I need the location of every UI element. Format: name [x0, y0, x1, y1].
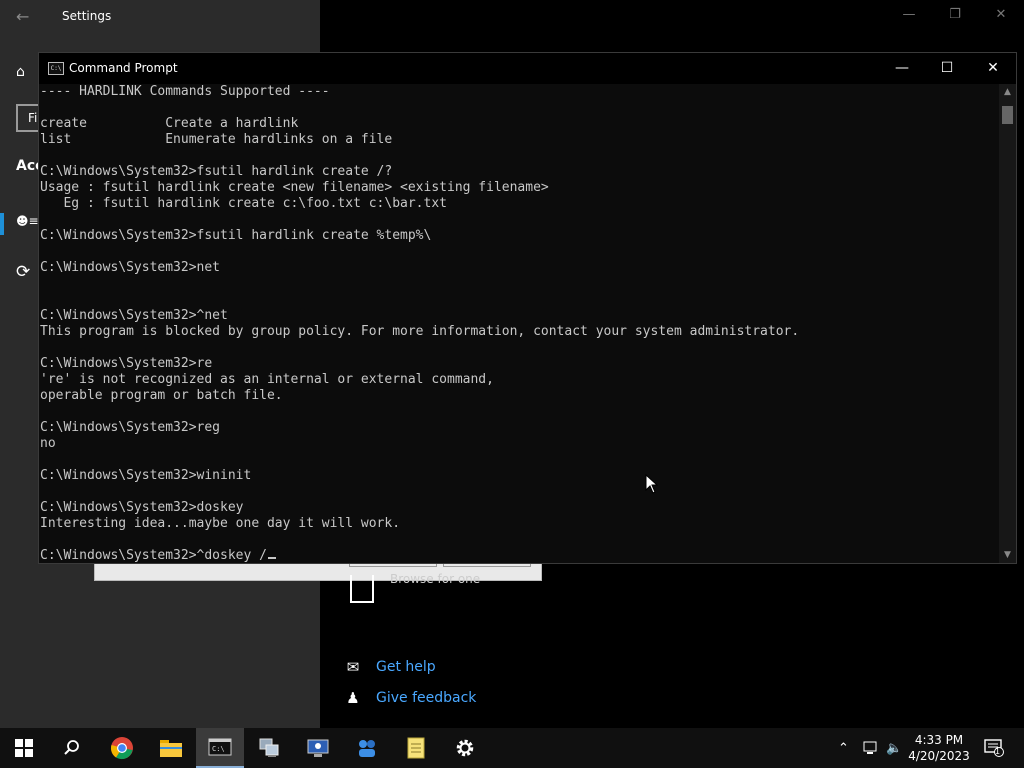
notepad-icon: [407, 737, 425, 759]
cmd-icon: C:\: [208, 738, 232, 756]
taskbar-app-remote[interactable]: [294, 728, 342, 768]
scroll-thumb[interactable]: [1002, 106, 1013, 124]
console-line: ---- HARDLINK Commands Supported ----: [40, 84, 330, 99]
console-output[interactable]: ---- HARDLINK Commands Supported ---- cre…: [39, 84, 999, 563]
get-help-label[interactable]: Get help: [376, 659, 436, 675]
windows-logo-icon: [15, 739, 33, 757]
network-icon[interactable]: [862, 728, 880, 768]
settings-restore-button[interactable]: ❐: [932, 7, 978, 22]
close-button[interactable]: ✕: [970, 53, 1016, 84]
minimize-button[interactable]: —: [879, 53, 925, 84]
vertical-scrollbar[interactable]: ▲ ▼: [999, 84, 1016, 563]
taskbar-command-prompt[interactable]: C:\: [196, 728, 244, 768]
give-feedback-label[interactable]: Give feedback: [376, 690, 476, 706]
taskbar-app-network[interactable]: [245, 728, 293, 768]
svg-text:C:\: C:\: [212, 745, 225, 753]
start-button[interactable]: [0, 728, 48, 768]
taskbar-settings[interactable]: [441, 728, 489, 768]
settings-section-heading: Acc: [16, 158, 38, 174]
taskbar: C:\ ⌃ 🔈 4:33 PM 4/20/2023 1: [0, 728, 1024, 768]
chrome-icon: [110, 737, 133, 760]
cmd-title: Command Prompt: [69, 61, 178, 75]
people-app-icon: [359, 740, 375, 757]
console-line: no: [40, 436, 56, 451]
taskbar-notepad[interactable]: [392, 728, 440, 768]
console-line: C:\Windows\System32>net: [40, 260, 221, 275]
maximize-button[interactable]: ☐: [924, 53, 970, 84]
console-line: operable program or batch file.: [40, 388, 283, 403]
gear-icon: [456, 739, 474, 757]
taskbar-file-explorer[interactable]: [147, 728, 195, 768]
taskbar-chrome[interactable]: [98, 728, 146, 768]
console-line: C:\Windows\System32>doskey: [40, 500, 244, 515]
console-line: list Enumerate hardlinks on a file: [40, 132, 393, 147]
settings-minimize-button[interactable]: —: [886, 7, 932, 22]
get-help-link[interactable]: ✉ Get help: [344, 658, 436, 676]
console-line: C:\Windows\System32>fsutil hardlink crea…: [40, 228, 432, 243]
feedback-person-icon: ♟: [346, 689, 360, 707]
remote-desktop-icon: [307, 739, 329, 757]
browse-label[interactable]: Browse for one: [390, 572, 480, 586]
volume-icon[interactable]: 🔈: [886, 728, 902, 768]
taskbar-app-blue[interactable]: [343, 728, 391, 768]
help-chat-icon: ✉: [346, 658, 360, 676]
your-info-icon[interactable]: ☻≡: [16, 214, 39, 228]
search-icon: [64, 740, 79, 755]
clock-date: 4/20/2023: [908, 749, 970, 763]
folder-icon: [160, 740, 182, 757]
notification-count: 1: [995, 747, 1001, 756]
text-cursor: [267, 557, 276, 559]
mouse-pointer-icon: [645, 474, 659, 494]
console-line: C:\Windows\System32>fsutil hardlink crea…: [40, 164, 393, 179]
console-line: C:\Windows\System32>re: [40, 356, 213, 371]
console-line: C:\Windows\System32>reg: [40, 420, 221, 435]
cmd-titlebar[interactable]: C:\ Command Prompt — ☐ ✕: [39, 53, 1016, 84]
show-hidden-icons-button[interactable]: ⌃: [838, 728, 849, 768]
settings-titlebar: ← Settings — ❐ ✕: [0, 0, 1024, 34]
console-line: C:\Windows\System32>^doskey /: [39, 548, 999, 563]
system-clock[interactable]: 4:33 PM 4/20/2023: [903, 732, 975, 764]
settings-title: Settings: [62, 9, 112, 23]
home-icon[interactable]: ⌂: [16, 64, 25, 80]
console-line: create Create a hardlink: [40, 116, 299, 131]
back-arrow-icon[interactable]: ←: [16, 7, 29, 26]
console-line: C:\Windows\System32>wininit: [40, 468, 252, 483]
console-line: C:\Windows\System32>^net: [40, 308, 228, 323]
action-center-button[interactable]: 1: [982, 728, 1006, 768]
file-icon: [350, 575, 374, 603]
scroll-down-icon[interactable]: ▼: [999, 547, 1016, 563]
console-line: 're' is not recognized as an internal or…: [40, 372, 494, 387]
notification-icon: [984, 739, 1004, 757]
cmd-app-icon: C:\: [48, 62, 64, 75]
console-line: Interesting idea...maybe one day it will…: [40, 516, 401, 531]
console-line: Eg : fsutil hardlink create c:\foo.txt c…: [40, 196, 447, 211]
console-line: This program is blocked by group policy.…: [40, 324, 800, 339]
console-line: Usage : fsutil hardlink create <new file…: [40, 180, 549, 195]
scroll-up-icon[interactable]: ▲: [999, 84, 1016, 100]
give-feedback-link[interactable]: ♟ Give feedback: [344, 689, 476, 707]
search-button[interactable]: [48, 728, 96, 768]
command-prompt-window[interactable]: C:\ Command Prompt — ☐ ✕ ---- HARDLINK C…: [38, 52, 1017, 564]
sync-icon[interactable]: ⟳: [16, 262, 30, 282]
nav-selection-indicator: [0, 213, 4, 235]
settings-close-button[interactable]: ✕: [978, 7, 1024, 22]
network-computers-icon: [259, 738, 279, 757]
clock-time: 4:33 PM: [914, 733, 964, 747]
